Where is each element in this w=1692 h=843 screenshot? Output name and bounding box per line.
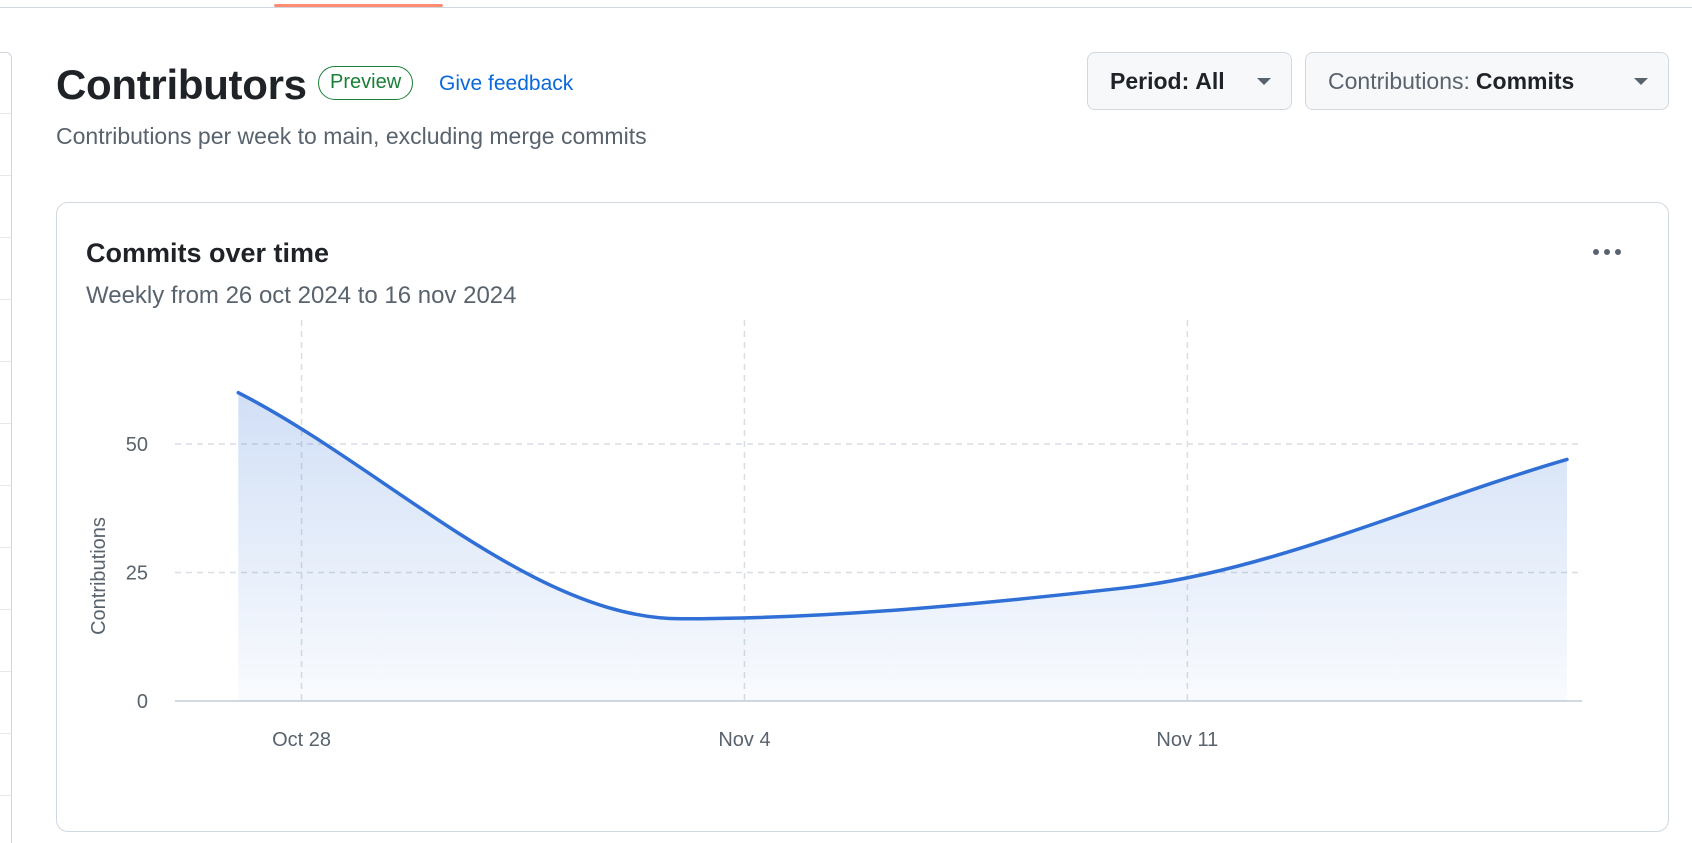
y-tick-label: 0: [137, 691, 148, 713]
sidebar-divider: [0, 485, 11, 486]
data-point: [235, 390, 241, 396]
triangle-down-icon: [1257, 78, 1271, 85]
data-point: [1564, 456, 1570, 462]
sidebar-divider: [0, 733, 11, 734]
period-select-button[interactable]: Period: All: [1087, 52, 1292, 110]
sidebar-divider: [0, 795, 11, 796]
y-tick-label: 50: [126, 434, 148, 456]
sidebar-divider: [0, 113, 11, 114]
preview-badge: Preview: [318, 66, 414, 100]
period-label: Period:: [1110, 67, 1190, 94]
left-sidebar-edge: [0, 52, 12, 843]
x-tick-label: Oct 28: [272, 729, 331, 751]
page-title: Contributors: [56, 61, 307, 108]
sidebar-divider: [0, 547, 11, 548]
sidebar-divider: [0, 299, 11, 300]
period-value: All: [1195, 67, 1225, 94]
top-tab-border: [0, 7, 1692, 8]
y-axis-label: Contributions: [88, 517, 110, 635]
sidebar-divider: [0, 237, 11, 238]
sidebar-divider: [0, 175, 11, 176]
page-subtitle: Contributions per week to main, excludin…: [56, 123, 647, 149]
x-tick-label: Nov 11: [1156, 729, 1218, 751]
commits-chart-card: Commits over time Weekly from 26 oct 202…: [56, 202, 1669, 832]
contributions-select-button[interactable]: Contributions: Commits: [1305, 52, 1669, 110]
y-tick-label: 25: [126, 563, 148, 585]
active-tab-indicator: [274, 4, 443, 7]
contributions-value: Commits: [1475, 67, 1575, 94]
data-point: [678, 616, 684, 622]
triangle-down-icon: [1634, 78, 1648, 85]
data-point: [1121, 585, 1127, 591]
sidebar-divider: [0, 361, 11, 362]
sidebar-divider: [0, 423, 11, 424]
x-tick-label: Nov 4: [718, 729, 770, 751]
give-feedback-link[interactable]: Give feedback: [439, 71, 573, 97]
contributions-label: Contributions:: [1328, 67, 1470, 94]
sidebar-divider: [0, 609, 11, 610]
sidebar-divider: [0, 671, 11, 672]
commits-area-chart: 0 25 50 Oct 28 Nov 4 Nov 11 Contributions: [88, 320, 1582, 751]
series-area: [238, 392, 1568, 701]
